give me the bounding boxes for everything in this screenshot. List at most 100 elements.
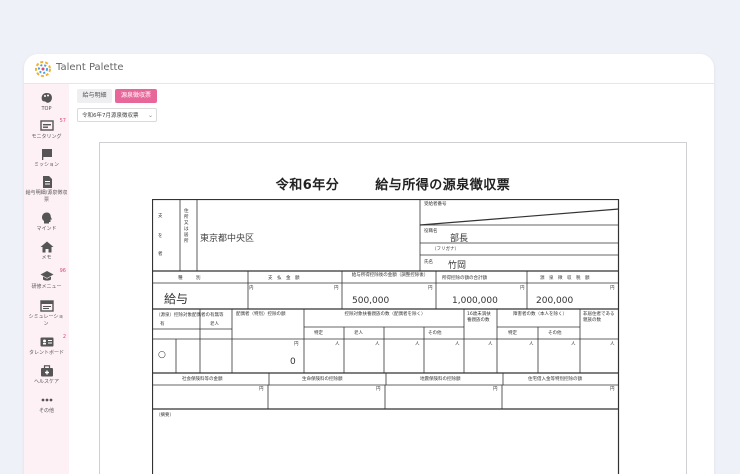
nonresident-label: 非居住者である親族の数: [583, 312, 617, 324]
sidebar-item-label: その他: [24, 408, 69, 415]
sidebar-item-simulation[interactable]: シミュレーション: [24, 300, 69, 328]
address-value: 東京都中央区: [200, 231, 254, 244]
people-label: 人: [415, 341, 420, 347]
graduation-cap-icon: [40, 270, 54, 282]
earthquake-label: 地震保険料の控除額: [420, 376, 461, 382]
tab-payslip[interactable]: 給与明細: [77, 89, 112, 103]
people-label: 人: [610, 341, 615, 347]
disabled-label: 障害者の数（本人を除く）: [502, 312, 578, 318]
life-insurance-label: 生命保険料の控除額: [302, 376, 343, 382]
elderly-label: 老人: [354, 330, 363, 336]
document-title-main: 給与所得の源泉徴収票: [375, 178, 510, 193]
id-card-icon: [40, 336, 54, 348]
tab-withholding-slip[interactable]: 源泉徴収票: [115, 89, 157, 103]
notification-badge: 57: [60, 118, 66, 124]
document-title: 令和6年分 給与所得の源泉徴収票: [100, 174, 686, 193]
after-deduction-value: 1,000,000: [452, 296, 498, 306]
yen-label: 円: [493, 386, 498, 392]
briefcase-icon: [40, 365, 54, 377]
sidebar-item-healthcare[interactable]: ヘルスケア: [24, 365, 69, 386]
summary-label: （摘要）: [156, 412, 174, 418]
year-select-value: 令和6年7月源泉徴収票: [82, 113, 139, 119]
spouse-special-label: 配偶者（特別）控除の額: [236, 312, 302, 318]
yen-label: 円: [520, 285, 525, 291]
sidebar-item-other[interactable]: その他: [24, 394, 69, 415]
form-label: を: [158, 233, 163, 239]
kind-value: 給与: [164, 290, 188, 307]
housing-label: 住宅借入金等特別控除の額: [528, 376, 582, 382]
talent-palette-logo-icon[interactable]: [34, 60, 52, 78]
insurance-label: 社会保険料等の金額: [182, 376, 223, 382]
main-content: 給与明細 源泉徴収票 令和6年7月源泉徴収票 ⌄ 令和6年分 給与所得の源泉徴収…: [69, 84, 714, 474]
role-label: 役職名: [424, 228, 438, 234]
form-label: 者: [158, 251, 163, 257]
withholding-label: 源 泉 徴 収 税 額: [540, 275, 590, 281]
payment-value: 500,000: [352, 296, 389, 306]
yen-label: 円: [376, 386, 381, 392]
simulation-icon: [40, 300, 54, 312]
sidebar-item-monitoring[interactable]: モニタリング 57: [24, 120, 69, 141]
document-icon: [40, 176, 54, 188]
sidebar-item-label: マインド: [24, 226, 69, 233]
head-icon: [40, 212, 54, 224]
kind-label: 種 別: [178, 275, 201, 281]
sidebar-item-talent-board[interactable]: タレントボード 2: [24, 336, 69, 357]
people-label: 人: [335, 341, 340, 347]
under16-label: 16歳未満扶養親族の数: [467, 312, 495, 324]
sidebar-item-top[interactable]: TOP: [24, 92, 69, 113]
spouse-special-value: 0: [290, 357, 296, 367]
people-label: 人: [488, 341, 493, 347]
yen-label: 円: [610, 285, 615, 291]
yen-label: 円: [294, 341, 299, 347]
people-label: 人: [529, 341, 534, 347]
sidebar-item-label: TOP: [24, 106, 69, 113]
inner-label: 内: [249, 285, 254, 291]
name-kana-label: （フリガナ）: [432, 246, 459, 252]
home-icon: [40, 241, 54, 253]
people-label: 人: [375, 341, 380, 347]
sidebar-item-payslip[interactable]: 給与明細/源泉徴収票: [24, 176, 69, 204]
monitor-icon: [40, 120, 54, 132]
yen-label: 円: [259, 386, 264, 392]
sidebar-item-mission[interactable]: ミッション: [24, 148, 69, 169]
dependents-label: 控除対象扶養親族の数（配偶者を除く）: [310, 312, 460, 318]
yen-label: 円: [334, 285, 339, 291]
top-bar: Talent Palette: [24, 54, 714, 84]
withholding-form: 支 を 者 住所又は居所 東京都中央区 受給者番号 役職名 部長 （フリガナ） …: [152, 199, 620, 474]
sidebar-item-label: ミッション: [24, 162, 69, 169]
year-select[interactable]: 令和6年7月源泉徴収票 ⌄: [77, 108, 157, 122]
other-label: その他: [428, 330, 442, 336]
elderly-label: 老人: [210, 321, 219, 327]
special-label: 特定: [508, 330, 517, 336]
spouse-mark-value: ○: [158, 350, 166, 360]
name-label: 氏名: [424, 259, 433, 265]
palette-icon: [40, 92, 54, 104]
role-value: 部長: [450, 231, 468, 244]
flag-icon: [40, 148, 54, 160]
sidebar-item-label: 研修メニュー: [24, 284, 69, 291]
address-label: 住所又は居所: [184, 209, 192, 245]
name-value: 竹岡: [448, 258, 466, 271]
sidebar-item-label: タレントボード: [24, 350, 69, 357]
sidebar-item-mind[interactable]: マインド: [24, 212, 69, 233]
sidebar-item-memo[interactable]: メモ: [24, 241, 69, 262]
sidebar-item-label: モニタリング: [24, 134, 69, 141]
other-label: その他: [548, 330, 562, 336]
withholding-slip-document: 令和6年分 給与所得の源泉徴収票: [99, 142, 687, 474]
deduction-total-label: 所得控除の額の合計額: [442, 275, 487, 281]
more-icon: [40, 394, 54, 406]
sidebar-item-label: メモ: [24, 255, 69, 262]
payment-label: 支 払 金 額: [268, 275, 300, 281]
yen-label: 円: [610, 386, 615, 392]
deduction-total-value: 200,000: [536, 296, 573, 306]
sidebar-item-label: 給与明細/源泉徴収票: [24, 190, 69, 204]
beneficiary-no-label: 受給者番号: [424, 201, 447, 207]
sidebar-item-label: シミュレーション: [28, 314, 64, 328]
special-label: 特定: [314, 330, 323, 336]
sidebar: TOP モニタリング 57 ミッション 給与明細/源泉徴収票 マインド メモ 研…: [24, 84, 69, 474]
sidebar-item-training[interactable]: 研修メニュー 96: [24, 270, 69, 291]
have-label: 有: [160, 321, 165, 327]
people-label: 人: [455, 341, 460, 347]
yen-label: 円: [428, 285, 433, 291]
brand-name: Talent Palette: [56, 62, 124, 73]
